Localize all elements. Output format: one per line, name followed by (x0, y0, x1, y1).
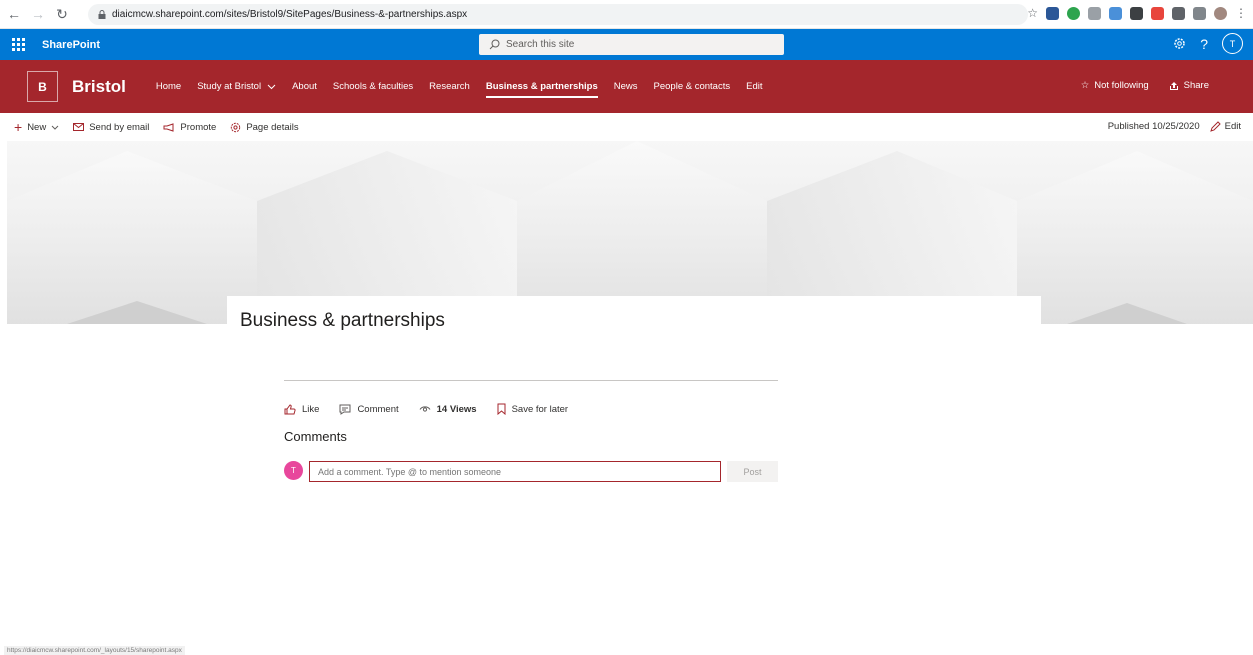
commenter-avatar: T (284, 461, 303, 480)
puzzle-icon[interactable] (1172, 6, 1185, 20)
new-button[interactable]: + New (14, 119, 59, 135)
post-button[interactable]: Post (727, 461, 778, 482)
chevron-down-icon (267, 84, 276, 89)
address-text: diaicmcw.sharepoint.com/sites/Bristol9/S… (112, 9, 468, 20)
save-for-later-label: Save for later (511, 403, 569, 415)
site-navigation: Home Study at Bristol About Schools & fa… (148, 60, 771, 113)
published-status: Published 10/25/2020 (1107, 121, 1200, 132)
nav-item-about[interactable]: About (284, 60, 325, 113)
share-label: Share (1183, 80, 1209, 91)
follow-label: Not following (1094, 80, 1149, 91)
site-logo[interactable]: B (27, 71, 58, 102)
nav-item-schools-faculties[interactable]: Schools & faculties (325, 60, 421, 113)
eye-icon (419, 405, 431, 412)
browser-toolbar: ← → ↻ diaicmcw.sharepoint.com/sites/Bris… (0, 0, 1253, 29)
comment-input[interactable] (309, 461, 721, 482)
views-count: 14 Views (419, 404, 477, 415)
follow-button[interactable]: ☆ Not following (1081, 80, 1149, 91)
comment-label: Comment (357, 403, 399, 415)
user-avatar[interactable]: T (1222, 33, 1243, 54)
address-bar[interactable]: diaicmcw.sharepoint.com/sites/Bristol9/S… (88, 4, 1028, 25)
new-label: New (27, 121, 47, 133)
app-launcher-icon[interactable] (12, 37, 28, 53)
social-bar: Like Comment 14 Views Save for later (284, 403, 588, 415)
site-search-input[interactable]: Search this site (479, 34, 784, 55)
nav-item-home[interactable]: Home (148, 60, 189, 113)
page-details-label: Page details (246, 121, 299, 133)
thumbs-up-icon (284, 403, 296, 414)
page-title: Business & partnerships (240, 310, 445, 331)
suite-bar: SharePoint Search this site ? T (0, 29, 1253, 60)
help-icon[interactable]: ? (1200, 36, 1208, 52)
comment-icon (339, 404, 351, 415)
edit-label: Edit (1224, 121, 1241, 132)
nav-item-edit[interactable]: Edit (738, 60, 770, 113)
extension-icon[interactable] (1151, 6, 1164, 20)
like-button[interactable]: Like (284, 404, 319, 415)
nav-item-business-partnerships[interactable]: Business & partnerships (478, 60, 606, 113)
gear-icon (231, 122, 241, 132)
comment-button[interactable]: Comment (339, 403, 399, 415)
page-details-button[interactable]: Page details (230, 121, 299, 133)
save-for-later-button[interactable]: Save for later (497, 403, 569, 415)
site-name[interactable]: Bristol (72, 77, 126, 97)
back-arrow-icon[interactable]: ← (4, 4, 24, 24)
extension-icon[interactable] (1130, 6, 1143, 20)
forward-arrow-icon[interactable]: → (28, 4, 48, 24)
mail-icon (73, 123, 85, 131)
nav-item-study-at-bristol[interactable]: Study at Bristol (189, 60, 284, 113)
views-label: 14 Views (436, 403, 477, 415)
plus-icon: + (14, 119, 23, 135)
send-by-email-button[interactable]: Send by email (73, 122, 149, 133)
nav-item-label: Study at Bristol (197, 81, 262, 92)
gear-icon[interactable] (1173, 37, 1186, 50)
nav-item-news[interactable]: News (606, 60, 646, 113)
search-icon (489, 39, 500, 50)
bookmark-icon (497, 403, 506, 415)
status-bar-url: https://diaicmcw.sharepoint.com/_layouts… (4, 646, 185, 655)
publish-info: Published 10/25/2020 Edit (1108, 121, 1241, 132)
command-bar: + New Send by email Promote Page details… (0, 113, 1253, 141)
send-by-email-label: Send by email (89, 121, 150, 133)
like-label: Like (302, 403, 320, 415)
chevron-down-icon (51, 125, 59, 130)
comments-heading: Comments (284, 429, 347, 444)
extension-icon[interactable] (1046, 6, 1059, 20)
promote-label: Promote (180, 121, 217, 133)
promote-button[interactable]: Promote (163, 122, 216, 133)
extension-icon[interactable] (1067, 6, 1080, 20)
reload-icon[interactable]: ↻ (52, 4, 72, 24)
menu-kebab-icon[interactable]: ⋮ (1235, 6, 1247, 20)
edit-page-button[interactable]: Edit (1209, 121, 1241, 132)
divider (284, 380, 778, 381)
extension-icon[interactable] (1088, 6, 1101, 20)
search-placeholder: Search this site (506, 39, 575, 50)
extensions-area: ☆ ⋮ (1027, 6, 1247, 20)
lock-icon (98, 10, 106, 19)
bookmark-star-icon[interactable]: ☆ (1027, 6, 1038, 20)
site-header: B Bristol Home Study at Bristol About Sc… (0, 60, 1253, 113)
reading-list-icon[interactable] (1193, 6, 1206, 20)
share-button[interactable]: Share (1169, 80, 1209, 91)
extension-icon[interactable] (1109, 6, 1122, 20)
share-icon (1169, 81, 1178, 90)
star-icon: ☆ (1080, 80, 1090, 91)
header-actions: ☆ Not following Share (1081, 80, 1209, 91)
profile-avatar-icon[interactable] (1214, 6, 1227, 20)
pencil-icon (1209, 121, 1221, 132)
nav-item-research[interactable]: Research (421, 60, 478, 113)
nav-item-people-contacts[interactable]: People & contacts (646, 60, 739, 113)
megaphone-icon (163, 122, 174, 132)
suite-actions: ? T (1173, 33, 1243, 54)
suite-title[interactable]: SharePoint (42, 39, 100, 51)
